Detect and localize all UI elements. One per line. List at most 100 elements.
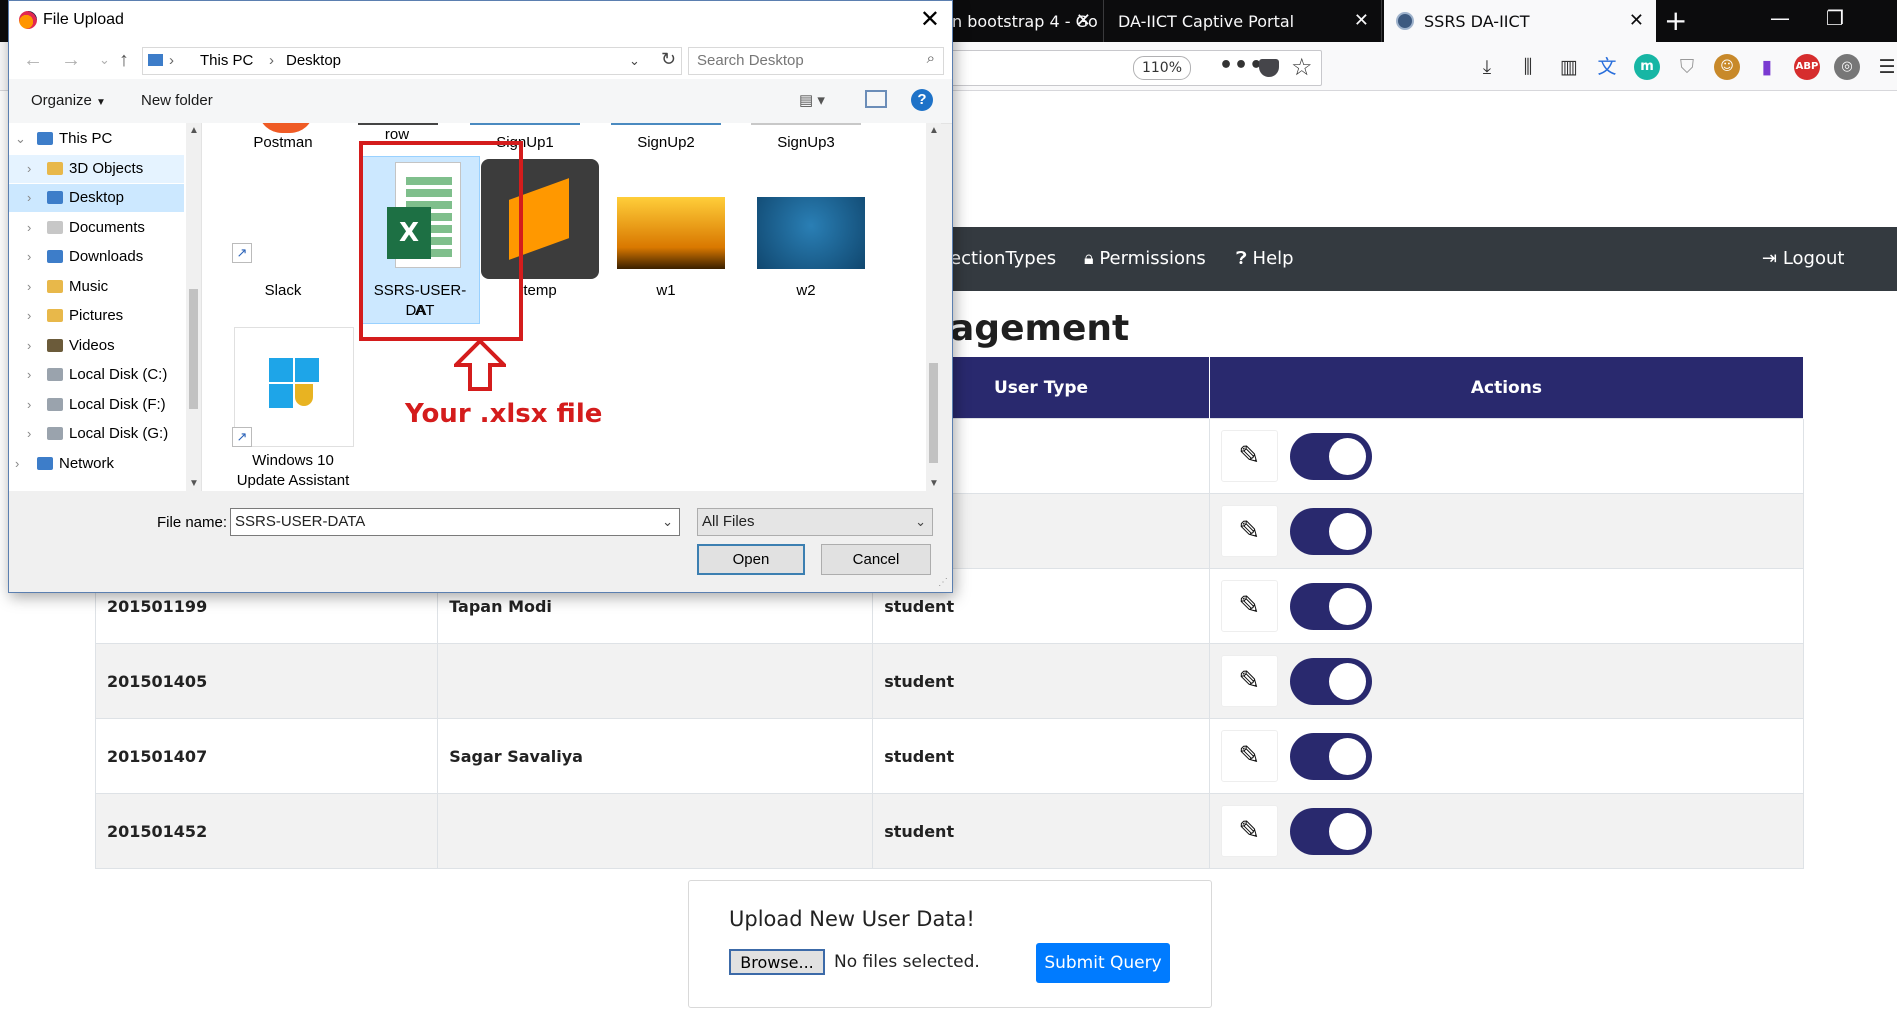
chevron-down-icon[interactable]: ⌄ — [15, 125, 26, 153]
edit-pencil-icon[interactable]: ✎ — [1220, 730, 1278, 782]
active-toggle[interactable] — [1289, 657, 1372, 705]
browse-button[interactable]: Browse... — [729, 949, 825, 975]
edit-pencil-icon[interactable]: ✎ — [1220, 580, 1278, 632]
edit-pencil-icon[interactable]: ✎ — [1220, 505, 1278, 557]
bookmark-star-icon[interactable]: ☆ — [1291, 53, 1313, 81]
nav-item[interactable]: › Desktop — [9, 184, 184, 212]
translate-icon[interactable]: 文 — [1594, 54, 1620, 80]
shield-icon[interactable]: ⛉ — [1674, 54, 1700, 80]
nav-item[interactable]: › Local Disk (C:) — [9, 361, 184, 389]
help-icon[interactable]: ? — [911, 89, 933, 111]
tab-ssrs[interactable]: SSRS DA-IICT ✕ — [1384, 0, 1656, 42]
chevron-right-icon[interactable]: › — [27, 243, 31, 271]
extension-m-icon[interactable]: m — [1634, 54, 1660, 80]
scroll-up-icon[interactable]: ▲ — [929, 125, 939, 136]
nav-permissions[interactable]: 🔒︎ Permissions — [1084, 248, 1206, 269]
extension-bars-icon[interactable]: ▮ — [1754, 54, 1780, 80]
file-windows-10-update-assistant[interactable]: ↗ Windows 10 Update Assistant — [224, 327, 354, 491]
breadcrumb-this-pc[interactable]: This PC — [200, 52, 253, 69]
preview-pane-icon[interactable] — [865, 90, 887, 108]
submit-query-button[interactable]: Submit Query — [1036, 943, 1170, 983]
nav-item[interactable]: › Documents — [9, 214, 184, 242]
edit-pencil-icon[interactable]: ✎ — [1220, 430, 1278, 482]
nav-item[interactable]: › Pictures — [9, 302, 184, 330]
path-breadcrumb[interactable]: › This PC › Desktop ⌄ — [142, 47, 682, 75]
edit-pencil-icon[interactable]: ✎ — [1220, 655, 1278, 707]
search-desktop-input[interactable]: Search Desktop ⌕ — [688, 47, 944, 75]
dialog-close-icon[interactable]: ✕ — [920, 5, 940, 34]
breadcrumb-desktop[interactable]: Desktop — [286, 52, 341, 69]
chevron-right-icon[interactable]: › — [27, 302, 31, 330]
sidebar-icon[interactable]: ▥ — [1556, 54, 1582, 80]
extension-globe-icon[interactable]: ◎ — [1834, 54, 1860, 80]
chevron-right-icon[interactable]: › — [27, 214, 31, 242]
page-actions-icon[interactable]: ••• — [1219, 53, 1264, 78]
chevron-down-icon[interactable]: ⌄ — [662, 509, 673, 535]
file-w1[interactable]: w1 — [607, 163, 725, 313]
new-folder-button[interactable]: New folder — [141, 92, 213, 109]
close-tab-icon[interactable]: ✕ — [1629, 10, 1644, 31]
file-slack[interactable]: ↗ Slack — [224, 153, 342, 299]
url-bar[interactable]: 110% ••• ☆ — [940, 50, 1322, 86]
chevron-right-icon[interactable]: › — [15, 450, 19, 478]
active-toggle[interactable] — [1289, 732, 1372, 780]
chevron-right-icon[interactable]: › — [27, 361, 31, 389]
scroll-down-icon[interactable]: ▼ — [929, 478, 939, 489]
file-type-select[interactable]: All Files ⌄ — [697, 508, 933, 536]
forward-arrow-icon[interactable]: → — [61, 49, 81, 72]
scroll-up-icon[interactable]: ▲ — [189, 125, 199, 136]
chevron-right-icon[interactable]: › — [27, 273, 31, 301]
cancel-button[interactable]: Cancel — [821, 544, 931, 575]
pocket-icon[interactable] — [1259, 59, 1279, 77]
path-dropdown-icon[interactable]: ⌄ — [629, 53, 640, 69]
library-icon[interactable]: ⫼ — [1515, 54, 1541, 80]
open-button[interactable]: Open — [697, 544, 805, 575]
active-toggle[interactable] — [1289, 582, 1372, 630]
edit-pencil-icon[interactable]: ✎ — [1220, 805, 1278, 857]
chevron-right-icon[interactable]: › — [27, 391, 31, 419]
file-signup3[interactable]: SignUp3 — [747, 123, 865, 153]
resize-grip-icon[interactable]: ⋰ — [938, 577, 948, 588]
nav-item[interactable]: ⌄ This PC — [9, 125, 184, 153]
active-toggle[interactable] — [1289, 507, 1372, 555]
minimize-icon[interactable]: — — [1770, 6, 1790, 30]
active-toggle[interactable] — [1289, 432, 1372, 480]
nav-scrollbar[interactable]: ▲ ▼ — [186, 123, 201, 491]
menu-icon[interactable]: ☰ — [1874, 54, 1897, 80]
adblock-icon[interactable]: ABP — [1794, 54, 1820, 80]
file-name-input[interactable]: SSRS-USER-DATA ⌄ — [230, 508, 680, 536]
nav-item[interactable]: › Local Disk (F:) — [9, 391, 184, 419]
nav-help[interactable]: ❓︎ Help — [1236, 248, 1294, 269]
scroll-down-icon[interactable]: ▼ — [189, 478, 199, 489]
nav-scroll-thumb[interactable] — [189, 289, 198, 409]
file-postman[interactable]: Postman — [224, 123, 342, 153]
close-tab-icon[interactable]: ✕ — [1076, 10, 1091, 31]
nav-logout[interactable]: ⇥ Logout — [1762, 248, 1844, 269]
chevron-down-icon[interactable]: ⌄ — [915, 509, 926, 535]
downloads-icon[interactable]: ⤓ — [1474, 54, 1500, 80]
restore-icon[interactable]: ❐ — [1826, 6, 1844, 30]
nav-item[interactable]: › 3D Objects — [9, 154, 184, 183]
close-tab-icon[interactable]: ✕ — [1354, 10, 1369, 31]
nav-item[interactable]: › Network — [9, 450, 184, 478]
chevron-right-icon[interactable]: › — [27, 332, 31, 360]
new-tab-icon[interactable]: + — [1664, 4, 1687, 37]
file-w2[interactable]: w2 — [747, 163, 865, 313]
tab-bootstrap[interactable]: n bootstrap 4 - Go ✕ — [940, 0, 1104, 42]
chevron-right-icon[interactable]: › — [27, 184, 31, 212]
nav-item[interactable]: › Downloads — [9, 243, 184, 271]
file-scrollbar[interactable]: ▲ ▼ — [926, 123, 941, 491]
file-scroll-thumb[interactable] — [929, 363, 938, 463]
chevron-right-icon[interactable]: › — [27, 155, 31, 183]
up-arrow-icon[interactable]: ↑ — [119, 49, 129, 72]
recent-dropdown-icon[interactable]: ⌄ — [99, 52, 110, 68]
extension-face-icon[interactable]: ☺ — [1714, 54, 1740, 80]
nav-connection-types[interactable]: ectionTypes — [950, 248, 1056, 269]
tab-captive-portal[interactable]: DA-IICT Captive Portal ✕ — [1106, 0, 1382, 42]
zoom-level[interactable]: 110% — [1133, 56, 1191, 80]
nav-item[interactable]: › Music — [9, 273, 184, 301]
view-options-icon[interactable]: ▤ ▾ — [799, 91, 825, 109]
nav-item[interactable]: › Local Disk (G:) — [9, 420, 184, 448]
nav-item[interactable]: › Videos — [9, 332, 184, 360]
organize-menu[interactable]: Organize ▼ — [31, 92, 106, 109]
